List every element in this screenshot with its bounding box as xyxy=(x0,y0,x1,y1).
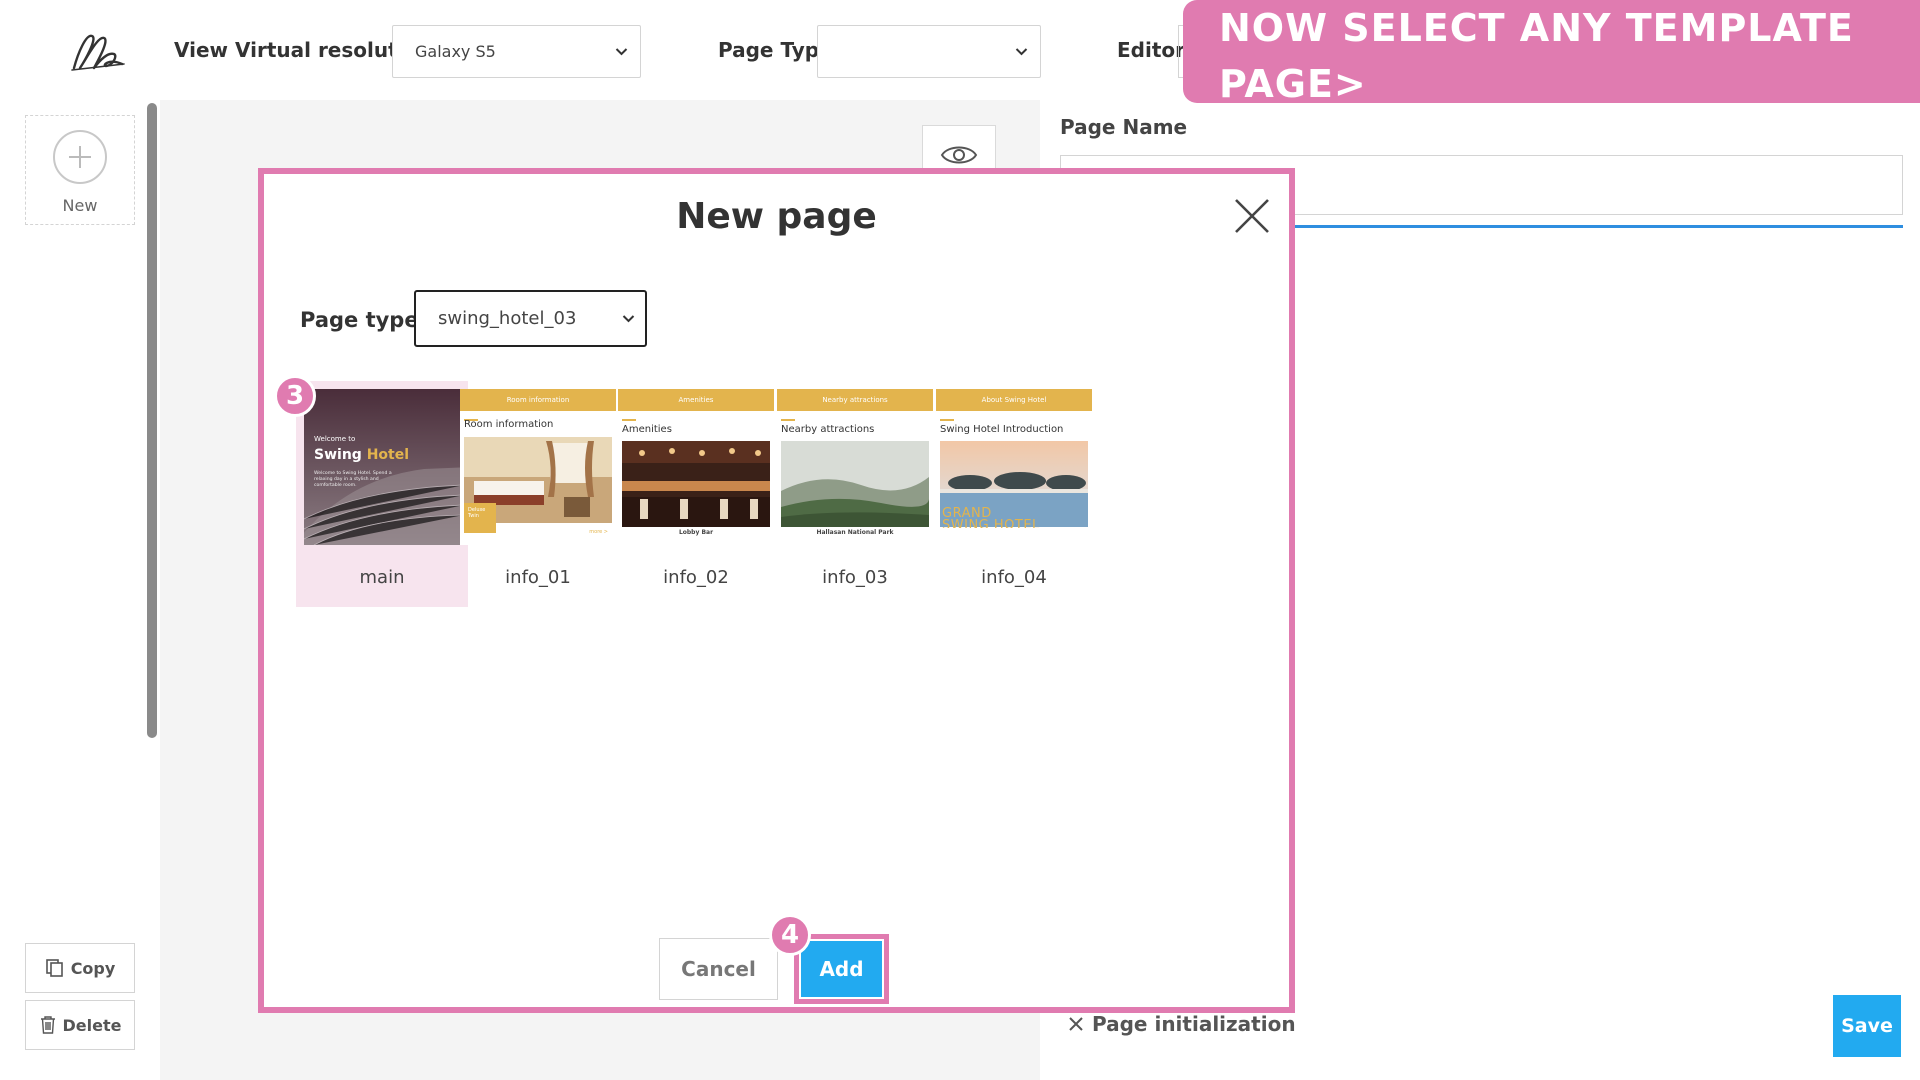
template-label: main xyxy=(359,567,405,588)
template-info-01[interactable]: Room information Room information Deluxe… xyxy=(452,381,624,607)
new-page-label: New xyxy=(62,196,98,215)
chevron-down-icon xyxy=(1015,48,1028,56)
editor-label: Editor xyxy=(1117,38,1185,62)
template-info-04[interactable]: About Swing Hotel Swing Hotel Introducti… xyxy=(928,381,1100,607)
page-initialization-label: Page initialization xyxy=(1092,1012,1296,1036)
template-thumbnail: About Swing Hotel Swing Hotel Introducti… xyxy=(936,389,1092,545)
dialog-title: New page xyxy=(676,196,877,237)
template-info-02[interactable]: Amenities Amenities Lobby Bar info_02 xyxy=(610,381,782,607)
hotel-building-image xyxy=(304,389,460,545)
delete-button[interactable]: Delete xyxy=(25,1000,135,1050)
instruction-banner: Now select any template page> Click on [… xyxy=(1183,0,1920,162)
swing-hotel-caption: SWING HOTEL xyxy=(942,519,1040,528)
close-icon xyxy=(1069,1017,1083,1031)
hotel-name-part-2: Hotel xyxy=(366,447,410,463)
step-3-badge: 3 xyxy=(274,375,316,417)
swing-hotel-caption-clip: SWING HOTEL xyxy=(942,519,1092,528)
template-label: info_02 xyxy=(663,567,729,588)
page-type-select[interactable] xyxy=(817,25,1041,78)
template-thumbnail: Room information Room information Deluxe… xyxy=(460,389,616,545)
sidebar-scrollbar[interactable] xyxy=(147,103,157,738)
template-label: info_03 xyxy=(822,567,888,588)
lobby-bar-image xyxy=(622,441,770,527)
template-label: info_01 xyxy=(505,567,571,588)
hotel-name-part-1: Swing xyxy=(314,447,362,463)
new-page-button[interactable]: New xyxy=(25,115,135,225)
template-main[interactable]: Welcome to Swing Hotel Welcome to Swing … xyxy=(296,381,468,607)
template-thumbnail: Nearby attractions Nearby attractions Ha… xyxy=(777,389,933,545)
chevron-down-icon xyxy=(622,315,635,323)
step-4-badge: 4 xyxy=(769,914,811,956)
save-button[interactable]: Save xyxy=(1833,995,1901,1057)
thumb-subtitle: Nearby attractions xyxy=(781,424,875,435)
thumb-header: Room information xyxy=(460,389,616,411)
thumb-caption: Hallasan National Park xyxy=(816,529,894,536)
room-type-tag: Deluxe Twin xyxy=(464,503,496,533)
eye-icon xyxy=(940,146,978,164)
chevron-down-icon xyxy=(615,48,628,56)
new-page-dialog: New page Page type swing_hotel_03 Welcom… xyxy=(258,168,1295,1013)
thumb-dash xyxy=(940,419,954,421)
thumb-caption: Lobby Bar xyxy=(678,529,714,536)
instruction-line-1: Now select any template page> xyxy=(1219,6,1854,106)
thumb-subtitle: Swing Hotel Introduction xyxy=(940,424,1064,435)
page-type-value: swing_hotel_03 xyxy=(438,308,577,329)
close-dialog-button[interactable] xyxy=(1232,196,1272,236)
resolution-select-value: Galaxy S5 xyxy=(415,42,496,61)
thumb-dash xyxy=(781,419,795,421)
cancel-button[interactable]: Cancel xyxy=(659,938,778,1000)
thumb-subtitle: Amenities xyxy=(622,424,672,435)
plus-icon xyxy=(53,130,107,184)
page-name-label: Page Name xyxy=(1060,115,1188,139)
add-button[interactable]: Add xyxy=(801,941,882,997)
copy-button[interactable]: Copy xyxy=(25,943,135,993)
template-label: info_04 xyxy=(981,567,1047,588)
template-thumbnail: Amenities Amenities Lobby Bar xyxy=(618,389,774,545)
page-initialization-button[interactable]: Page initialization xyxy=(1068,1012,1296,1036)
close-icon xyxy=(1235,199,1269,233)
page-type-label: Page type xyxy=(300,308,419,332)
template-thumbnail: Welcome to Swing Hotel Welcome to Swing … xyxy=(304,389,460,545)
thumb-subtitle: Room information xyxy=(464,419,554,430)
trash-icon xyxy=(40,1016,55,1034)
welcome-text: Welcome to xyxy=(314,435,356,443)
template-info-03[interactable]: Nearby attractions Nearby attractions Ha… xyxy=(769,381,941,607)
more-link: more > xyxy=(589,529,608,535)
app-logo[interactable] xyxy=(68,28,128,73)
resolution-select[interactable]: Galaxy S5 xyxy=(392,25,641,78)
delete-label: Delete xyxy=(62,1015,122,1035)
page-type-select[interactable]: swing_hotel_03 xyxy=(414,290,647,347)
thumb-dash xyxy=(622,419,636,421)
page-type-label: Page Type xyxy=(718,38,833,62)
thumb-header: Amenities xyxy=(618,389,774,411)
welcome-description: Welcome to Swing Hotel. Spend a relaxing… xyxy=(314,471,392,488)
hotel-name: Swing Hotel xyxy=(314,447,409,463)
thumb-header: Nearby attractions xyxy=(777,389,933,411)
copy-label: Copy xyxy=(70,958,116,978)
mountain-park-image xyxy=(781,441,929,527)
thumb-header: About Swing Hotel xyxy=(936,389,1092,411)
copy-icon xyxy=(45,959,63,977)
